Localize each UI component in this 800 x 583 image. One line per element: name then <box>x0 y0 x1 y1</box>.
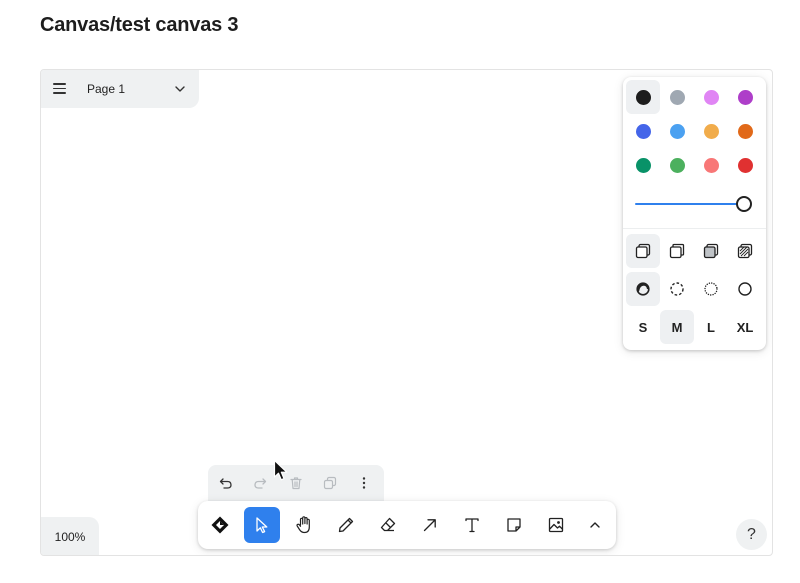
color-dot <box>635 89 651 105</box>
dash-draw-icon[interactable] <box>626 272 660 306</box>
color-black-swatch[interactable] <box>626 80 660 114</box>
fill-solid-icon[interactable] <box>694 234 728 268</box>
size-l-label: L <box>707 319 715 335</box>
help-label: ? <box>747 525 756 543</box>
size-xl-button[interactable]: XL <box>728 310 762 344</box>
fill-none-icon[interactable] <box>626 234 660 268</box>
color-dot <box>703 123 719 139</box>
color-red-swatch[interactable] <box>728 148 762 182</box>
color-orange-swatch[interactable] <box>728 114 762 148</box>
color-light-red-swatch[interactable] <box>694 148 728 182</box>
color-grey-swatch[interactable] <box>660 80 694 114</box>
fill-semi-icon[interactable] <box>660 234 694 268</box>
chevron-up-icon[interactable] <box>580 507 610 543</box>
opacity-slider-thumb[interactable] <box>736 196 752 212</box>
text-icon[interactable] <box>454 507 490 543</box>
note-icon[interactable] <box>496 507 532 543</box>
page-name[interactable]: Page 1 <box>87 82 125 96</box>
page-menu[interactable]: Page 1 <box>41 70 199 108</box>
duplicate-icon[interactable] <box>318 471 342 495</box>
color-dot <box>703 89 719 105</box>
action-menu-icon[interactable] <box>202 507 238 543</box>
undo-icon[interactable] <box>214 471 238 495</box>
color-dot <box>703 157 719 173</box>
canvas[interactable]: Page 1 S M L XL 100% ? <box>40 69 773 556</box>
hand-icon[interactable] <box>286 507 322 543</box>
color-blue-swatch[interactable] <box>626 114 660 148</box>
size-l-button[interactable]: L <box>694 310 728 344</box>
panel-divider <box>623 228 766 229</box>
fill-pattern-icon[interactable] <box>728 234 762 268</box>
color-dot <box>737 123 753 139</box>
color-dot <box>635 157 651 173</box>
edit-actions-bar <box>208 465 384 501</box>
color-light-blue-swatch[interactable] <box>660 114 694 148</box>
mouse-cursor-icon <box>273 459 288 481</box>
color-green-swatch[interactable] <box>626 148 660 182</box>
size-s-label: S <box>638 319 648 335</box>
arrow-icon[interactable] <box>412 507 448 543</box>
chevron-down-icon[interactable] <box>174 83 186 95</box>
size-s-button[interactable]: S <box>626 310 660 344</box>
color-dot <box>669 157 685 173</box>
pencil-icon[interactable] <box>328 507 364 543</box>
size-m-label: M <box>671 319 683 335</box>
color-light-violet-swatch[interactable] <box>694 80 728 114</box>
dash-dashed-icon[interactable] <box>660 272 694 306</box>
color-dot <box>669 89 685 105</box>
page-title: Canvas/test canvas 3 <box>40 14 239 36</box>
main-toolbar <box>198 501 616 549</box>
size-xl-label: XL <box>736 319 754 335</box>
select-icon[interactable] <box>244 507 280 543</box>
hamburger-icon[interactable] <box>53 82 67 94</box>
color-violet-swatch[interactable] <box>728 80 762 114</box>
color-yellow-swatch[interactable] <box>694 114 728 148</box>
more-icon[interactable] <box>352 471 376 495</box>
opacity-slider-track[interactable] <box>635 203 745 205</box>
zoom-button[interactable]: 100% <box>41 517 99 555</box>
color-dot <box>669 123 685 139</box>
redo-icon[interactable] <box>248 471 272 495</box>
dash-solid-icon[interactable] <box>728 272 762 306</box>
image-icon[interactable] <box>538 507 574 543</box>
dash-dotted-icon[interactable] <box>694 272 728 306</box>
help-button[interactable]: ? <box>736 519 767 550</box>
color-dot <box>635 123 651 139</box>
color-dot <box>737 157 753 173</box>
style-panel: S M L XL <box>623 77 766 350</box>
zoom-level: 100% <box>54 530 86 544</box>
size-m-button[interactable]: M <box>660 310 694 344</box>
color-dot <box>737 89 753 105</box>
eraser-icon[interactable] <box>370 507 406 543</box>
color-light-green-swatch[interactable] <box>660 148 694 182</box>
